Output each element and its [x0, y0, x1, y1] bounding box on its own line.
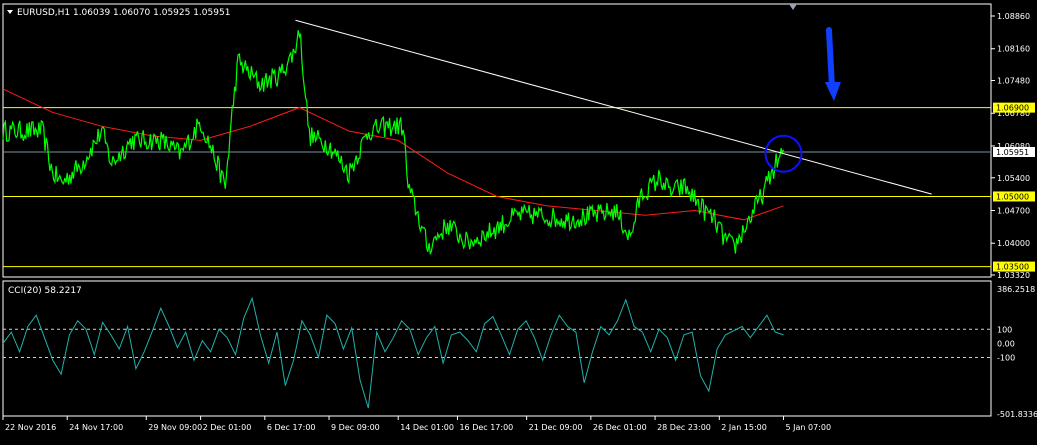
- x-tick-label-5: 9 Dec 09:00: [331, 423, 380, 432]
- x-tick-label-1: 24 Nov 17:00: [69, 423, 123, 432]
- x-tick-label-6: 14 Dec 01:00: [400, 423, 454, 432]
- x-tick-label-11: 2 Jan 15:00: [721, 423, 767, 432]
- price-tick-label-1: 1.08160: [997, 45, 1030, 54]
- cci-label: CCI(20) 58.2217: [8, 286, 82, 296]
- cci-tick-label-0: 386.2518: [997, 285, 1035, 294]
- cci-tick-label-1: 100: [997, 325, 1012, 334]
- chart-window: 1.08860 1.08160 1.07480 1.06780 1.06080 1.054…: [0, 0, 1037, 441]
- chart-title: EURUSD,H1 1.06039 1.06070 1.05925 1.0595…: [17, 8, 230, 18]
- price-tick-label-8: 1.03320: [997, 271, 1030, 280]
- x-tick-label-4: 6 Dec 17:00: [267, 423, 316, 432]
- level-price-label-0: 1.06900: [996, 104, 1029, 113]
- cci-panel: [2, 280, 992, 417]
- arrow-shaft: [825, 27, 835, 89]
- cci-tick-label-3: -100: [997, 353, 1015, 362]
- x-tick-label-2: 29 Nov 09:00: [148, 423, 202, 432]
- x-tick-label-8: 21 Dec 09:00: [529, 423, 583, 432]
- x-tick-label-10: 28 Dec 23:00: [657, 423, 711, 432]
- price-chart: 1.088601.081601.074801.067801.060801.054…: [2, 3, 1037, 432]
- cci-tick-label-4: -501.8336: [997, 410, 1037, 419]
- cci-tick-label-2: 0.00: [997, 339, 1015, 348]
- level-price-label-2: 1.03500: [996, 263, 1029, 272]
- price-tick-label-7: 1.04000: [997, 239, 1030, 248]
- x-tick-label-0: 22 Nov 2016: [5, 423, 56, 432]
- x-tick-label-12: 5 Jan 07:00: [786, 423, 832, 432]
- price-tick-label-6: 1.04700: [997, 206, 1030, 215]
- price-tick-label-0: 1.08860: [997, 12, 1030, 21]
- level-price-label-1: 1.05000: [996, 192, 1029, 201]
- x-tick-label-9: 26 Dec 01:00: [593, 423, 647, 432]
- x-tick-label-7: 16 Dec 17:00: [459, 423, 513, 432]
- price-tick-label-2: 1.07480: [997, 77, 1030, 86]
- current-price-label: 1.05951: [996, 148, 1029, 157]
- x-tick-label-3: 2 Dec 01:00: [203, 423, 252, 432]
- price-tick-label-5: 1.05400: [997, 174, 1030, 183]
